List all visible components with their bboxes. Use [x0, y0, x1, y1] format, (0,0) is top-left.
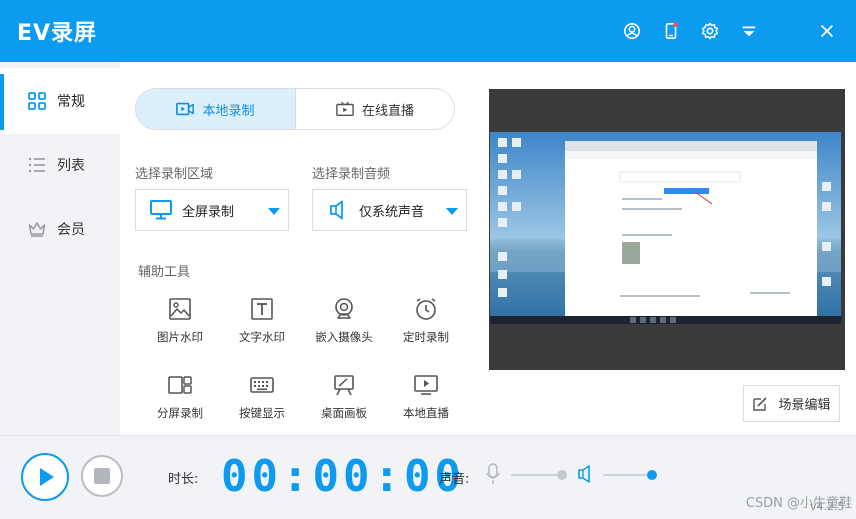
tool-text-watermark[interactable]: 文字水印	[224, 297, 300, 357]
tool-key-display[interactable]: 按键显示	[224, 373, 300, 433]
tool-scheduled-record[interactable]: 定时录制	[388, 297, 464, 357]
record-area-value: 全屏录制	[182, 204, 235, 220]
sidebar-item-label: 会员	[57, 222, 85, 238]
tab-live-stream[interactable]: 在线直播	[295, 89, 454, 129]
user-icon[interactable]	[621, 20, 643, 42]
screen-preview	[489, 89, 845, 370]
menu-dropdown-icon[interactable]	[738, 20, 760, 42]
tool-label: 本地直播	[403, 406, 449, 420]
easel-icon	[334, 375, 354, 396]
sidebar-item-general[interactable]: 常规	[0, 68, 120, 134]
grid-icon	[28, 92, 46, 110]
tool-label: 文字水印	[239, 330, 285, 344]
tool-image-watermark[interactable]: 图片水印	[142, 297, 218, 357]
watermark: CSDN @小牛童鞋	[745, 496, 852, 511]
sidebar-item-member[interactable]: 会员	[0, 196, 120, 262]
play-icon	[40, 468, 54, 486]
preview-thumbnail	[490, 132, 841, 324]
tools-label: 辅助工具	[138, 265, 191, 280]
close-icon[interactable]	[816, 20, 838, 42]
bottom-bar: 时长: 00:00:00 声音: v4.2.5	[0, 435, 856, 519]
tool-split-screen[interactable]: 分屏录制	[142, 373, 218, 433]
speaker-icon	[330, 200, 343, 220]
play-button[interactable]	[21, 453, 69, 501]
mic-volume-slider[interactable]	[511, 470, 567, 480]
tab-label: 本地录制	[202, 103, 255, 119]
text-icon	[251, 298, 273, 320]
tool-label: 定时录制	[403, 330, 449, 344]
record-area-select[interactable]: 全屏录制	[135, 189, 289, 231]
tab-local-record[interactable]: 本地录制	[136, 89, 295, 129]
main-panel: 本地录制 在线直播 选择录制区域 选择录制音频 全屏录制 仅系统声音 辅助工具 …	[120, 62, 856, 435]
tool-label: 图片水印	[157, 330, 203, 344]
split-screen-icon	[168, 376, 192, 394]
app-title: EV录屏	[17, 21, 98, 46]
webcam-icon	[335, 298, 353, 319]
tab-label: 在线直播	[361, 103, 414, 119]
image-icon	[169, 298, 191, 320]
tv-icon	[336, 101, 354, 117]
microphone-icon[interactable]	[485, 463, 501, 485]
duration-label: 时长:	[168, 472, 199, 487]
speaker-icon[interactable]	[577, 465, 593, 483]
device-icon[interactable]	[660, 20, 682, 42]
sidebar-item-label: 列表	[57, 158, 85, 174]
chevron-down-icon	[268, 208, 280, 215]
duration-timer: 00:00:00	[221, 450, 465, 502]
slider-handle[interactable]	[647, 470, 657, 480]
tool-webcam[interactable]: 嵌入摄像头	[306, 297, 382, 357]
record-audio-select[interactable]: 仅系统声音	[312, 189, 467, 231]
list-icon	[28, 157, 45, 173]
slider-handle[interactable]	[557, 470, 567, 480]
keyboard-icon	[250, 377, 274, 393]
stop-icon	[94, 468, 110, 484]
edit-icon	[753, 396, 768, 411]
alarm-clock-icon	[416, 298, 436, 320]
title-bar: EV录屏	[0, 0, 856, 62]
monitor-play-icon	[414, 375, 438, 395]
monitor-icon	[150, 200, 172, 220]
tool-desktop-board[interactable]: 桌面画板	[306, 373, 382, 433]
scene-edit-label: 场景编辑	[778, 398, 831, 413]
tool-label: 嵌入摄像头	[315, 330, 373, 344]
record-audio-label: 选择录制音频	[312, 167, 391, 182]
tool-label: 桌面画板	[321, 406, 367, 420]
record-area-label: 选择录制区域	[135, 167, 214, 182]
record-audio-value: 仅系统声音	[359, 204, 425, 220]
tool-label: 分屏录制	[157, 406, 203, 420]
mode-tabs: 本地录制 在线直播	[135, 88, 455, 130]
tool-label: 按键显示	[239, 406, 285, 420]
scene-edit-button[interactable]: 场景编辑	[743, 385, 840, 422]
video-icon	[176, 102, 195, 116]
chevron-down-icon	[446, 208, 458, 215]
stop-button[interactable]	[81, 455, 123, 497]
sidebar: 常规 列表 会员	[0, 62, 120, 435]
crown-icon	[28, 222, 46, 237]
sidebar-item-label: 常规	[57, 94, 85, 110]
gear-icon[interactable]	[699, 20, 721, 42]
sound-label: 声音:	[439, 472, 470, 487]
speaker-volume-slider[interactable]	[603, 470, 657, 480]
sidebar-item-list[interactable]: 列表	[0, 132, 120, 198]
tool-local-live[interactable]: 本地直播	[388, 373, 464, 433]
